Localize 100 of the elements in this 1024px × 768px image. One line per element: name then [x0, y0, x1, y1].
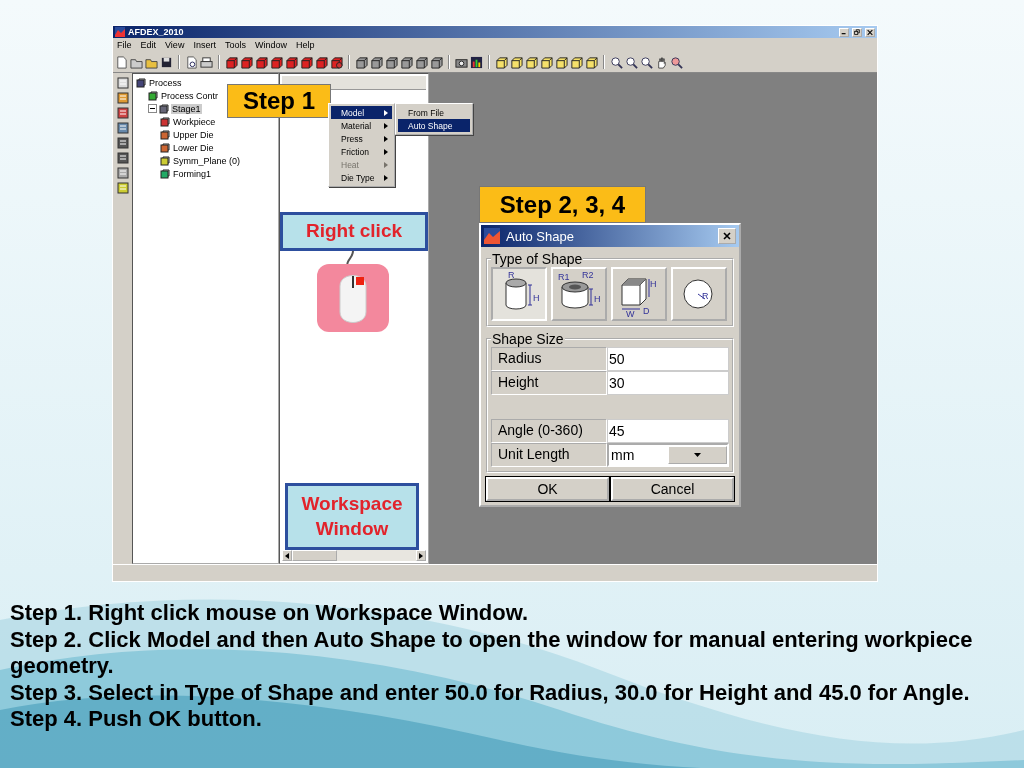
panel-tool-icon[interactable]	[116, 77, 129, 89]
panel-tool-icon[interactable]	[116, 92, 129, 104]
cube-icon[interactable]	[430, 55, 443, 69]
tree-item[interactable]: Lower Die	[172, 142, 215, 153]
menu-item[interactable]: Tools	[224, 40, 246, 50]
step-callout: Step 1	[227, 84, 331, 118]
note-callout: Right click	[280, 212, 428, 251]
panel-tool-icon[interactable]	[116, 122, 129, 134]
menu-item[interactable]: Insert	[193, 40, 216, 50]
magnifier-icon[interactable]	[625, 55, 638, 69]
caret-icon	[694, 453, 701, 457]
menu-item[interactable]: File	[117, 40, 132, 50]
cube-icon[interactable]	[495, 55, 508, 69]
tree-item[interactable]: Upper Die	[172, 129, 215, 140]
menu-item[interactable]: View	[165, 40, 185, 50]
instruction-text: Step 4. Push OK button.	[10, 706, 263, 733]
panel-tool-icon[interactable]	[116, 167, 129, 179]
group-label: Shape Size	[491, 331, 565, 347]
tree-node-icon	[160, 168, 170, 179]
app-logo-icon	[115, 27, 125, 37]
tree-node-icon	[159, 103, 169, 114]
field-label: Radius	[491, 347, 607, 371]
menu-item[interactable]: Model	[331, 106, 392, 119]
menu-item[interactable]: Press	[331, 132, 392, 145]
tree-item[interactable]: Process	[148, 77, 183, 88]
tree-item[interactable]: Stage1	[171, 103, 202, 114]
field-label: Angle (0-360)	[491, 419, 607, 443]
tree-node-icon	[160, 129, 170, 140]
group-label: Type of Shape	[491, 251, 584, 267]
input-field[interactable]: 50	[607, 347, 729, 371]
close-icon[interactable]	[865, 27, 875, 37]
cube-icon[interactable]	[240, 55, 253, 69]
tree-item[interactable]: Symm_Plane (0)	[172, 155, 242, 166]
horizontal-scrollbar[interactable]	[282, 550, 426, 561]
restore-icon[interactable]	[852, 27, 862, 37]
cube-icon[interactable]	[585, 55, 598, 69]
cube-icon[interactable]	[555, 55, 568, 69]
magnifier-icon[interactable]	[610, 55, 623, 69]
note-callout: Workspace Window	[285, 483, 419, 550]
tree-node-icon	[160, 142, 170, 153]
cube-icon[interactable]	[270, 55, 283, 69]
collapse-icon[interactable]	[148, 104, 157, 113]
menu-item[interactable]: Auto Shape	[398, 119, 470, 132]
dropdown[interactable]: mm	[607, 443, 729, 467]
cube-icon[interactable]	[315, 55, 328, 69]
tree-node-icon	[160, 116, 170, 127]
panel-tool-icon[interactable]	[116, 152, 129, 164]
cube-icon[interactable]	[400, 55, 413, 69]
cube-icon[interactable]	[385, 55, 398, 69]
cube-icon[interactable]	[540, 55, 553, 69]
tree-item[interactable]: Process Contr	[160, 90, 220, 101]
tree-node-icon	[136, 77, 146, 88]
cube-icon[interactable]	[415, 55, 428, 69]
menu-item[interactable]: Friction	[331, 145, 392, 158]
tree-node-icon	[160, 155, 170, 166]
menu-item[interactable]: Die Type	[331, 171, 392, 184]
field-label: Unit Length	[491, 443, 607, 467]
step-callout: Step 2, 3, 4	[479, 186, 646, 223]
dialog-button[interactable]: Cancel	[611, 477, 734, 501]
scroll-right-icon[interactable]	[419, 552, 423, 559]
cube-icon[interactable]	[525, 55, 538, 69]
menu-item[interactable]: Window	[254, 40, 287, 50]
mouse-icon	[316, 251, 390, 333]
tree-item[interactable]: Workpiece	[172, 116, 217, 127]
scroll-left-icon[interactable]	[285, 552, 289, 559]
chart-icon[interactable]	[470, 55, 483, 69]
document-icon[interactable]	[115, 55, 128, 69]
cube-icon[interactable]	[330, 55, 343, 69]
floppy-icon[interactable]	[160, 55, 173, 69]
close-button[interactable]	[718, 228, 736, 244]
panel-tool-icon[interactable]	[116, 137, 129, 149]
menu-item[interactable]: Edit	[140, 40, 157, 50]
magnifier-icon[interactable]	[670, 55, 683, 69]
cube-icon[interactable]	[300, 55, 313, 69]
cube-icon[interactable]	[225, 55, 238, 69]
hand-icon[interactable]	[655, 55, 668, 69]
cube-icon[interactable]	[570, 55, 583, 69]
instruction-text: Step 3. Select in Type of Shape and enter 50.0 for Radius, 30.0 for Height and 45.0 for Angle.	[10, 679, 971, 706]
menu-item[interactable]: Material	[331, 119, 392, 132]
instruction-text: Step 2. Click Model and then Auto Shape to open the window for manual entering workpiece geometry.	[10, 626, 974, 680]
menu-item[interactable]: From File	[398, 106, 470, 119]
tree-item[interactable]: Forming1	[172, 168, 212, 179]
minimize-icon[interactable]	[839, 27, 849, 37]
instruction-text: Step 1. Right click mouse on Workspace Window.	[10, 600, 530, 627]
cube-icon[interactable]	[285, 55, 298, 69]
cube-icon[interactable]	[355, 55, 368, 69]
input-field[interactable]: 45	[607, 419, 729, 443]
printer-icon[interactable]	[200, 55, 213, 69]
panel-tool-icon[interactable]	[116, 107, 129, 119]
input-field[interactable]: 30	[607, 371, 729, 395]
cube-icon[interactable]	[510, 55, 523, 69]
cube-icon[interactable]	[370, 55, 383, 69]
dialog-button[interactable]: OK	[486, 477, 609, 501]
panel-tool-icon[interactable]	[116, 182, 129, 194]
close-icon	[723, 232, 731, 240]
field-label: Height	[491, 371, 607, 395]
preview-icon[interactable]	[185, 55, 198, 69]
menu-item[interactable]: Help	[295, 40, 315, 50]
magnifier-icon[interactable]	[640, 55, 653, 69]
cube-icon[interactable]	[255, 55, 268, 69]
